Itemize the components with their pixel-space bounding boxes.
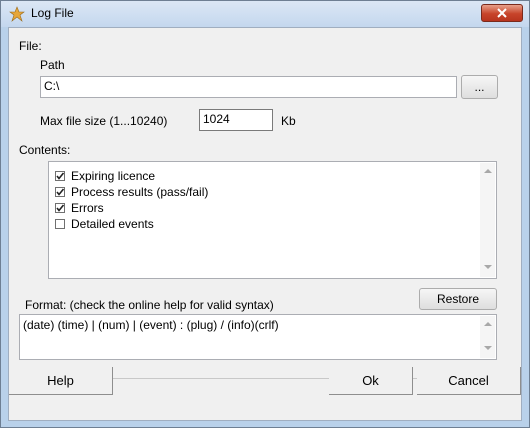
- max-file-size-label: Max file size (1...10240): [40, 114, 168, 128]
- scroll-up-icon[interactable]: [484, 169, 492, 173]
- close-button[interactable]: [481, 4, 523, 22]
- process-results-checkbox[interactable]: [55, 187, 65, 197]
- max-file-size-unit: Kb: [281, 114, 296, 128]
- max-file-size-input[interactable]: 1024: [199, 109, 273, 131]
- path-label: Path: [40, 58, 65, 72]
- contents-item-expiring-licence[interactable]: Expiring licence: [55, 168, 155, 184]
- expiring-licence-checkbox[interactable]: [55, 171, 65, 181]
- log-file-icon: [9, 6, 25, 22]
- detailed-events-checkbox[interactable]: [55, 219, 65, 229]
- contents-item-label: Expiring licence: [71, 169, 156, 183]
- window-title: Log File: [31, 6, 74, 20]
- restore-button[interactable]: Restore: [419, 288, 497, 310]
- checkmark-icon: [56, 204, 65, 212]
- ok-button[interactable]: Ok: [329, 367, 413, 395]
- format-label: Format: (check the online help for valid…: [25, 298, 274, 312]
- scroll-up-icon[interactable]: [484, 322, 492, 326]
- close-icon: [497, 8, 507, 18]
- title-bar[interactable]: Log File: [1, 1, 529, 27]
- path-input[interactable]: C:\: [40, 76, 457, 98]
- contents-scrollbar[interactable]: [480, 163, 495, 277]
- contents-item-label: Process results (pass/fail): [71, 185, 209, 199]
- scroll-down-icon[interactable]: [484, 265, 492, 269]
- file-group-label: File:: [19, 39, 42, 53]
- cancel-button[interactable]: Cancel: [417, 367, 521, 395]
- log-file-window: Log File File: Path C:\ ... Max file siz…: [0, 0, 530, 428]
- format-value: (date) (time) | (num) | (event) : (plug)…: [23, 318, 279, 332]
- format-scrollbar[interactable]: [480, 316, 495, 358]
- checkmark-icon: [56, 172, 65, 180]
- browse-button[interactable]: ...: [461, 75, 498, 99]
- contents-item-detailed-events[interactable]: Detailed events: [55, 216, 154, 232]
- checkmark-icon: [56, 188, 65, 196]
- dialog-body: File: Path C:\ ... Max file size (1...10…: [8, 27, 522, 421]
- help-button[interactable]: Help: [9, 367, 113, 395]
- contents-item-process-results[interactable]: Process results (pass/fail): [55, 184, 208, 200]
- contents-label: Contents:: [19, 143, 71, 157]
- contents-item-errors[interactable]: Errors: [55, 200, 104, 216]
- errors-checkbox[interactable]: [55, 203, 65, 213]
- contents-list[interactable]: Expiring licence Process results (pass/f…: [48, 161, 497, 279]
- format-input[interactable]: (date) (time) | (num) | (event) : (plug)…: [19, 314, 497, 360]
- scroll-down-icon[interactable]: [484, 346, 492, 350]
- contents-item-label: Errors: [71, 201, 104, 215]
- contents-item-label: Detailed events: [71, 217, 154, 231]
